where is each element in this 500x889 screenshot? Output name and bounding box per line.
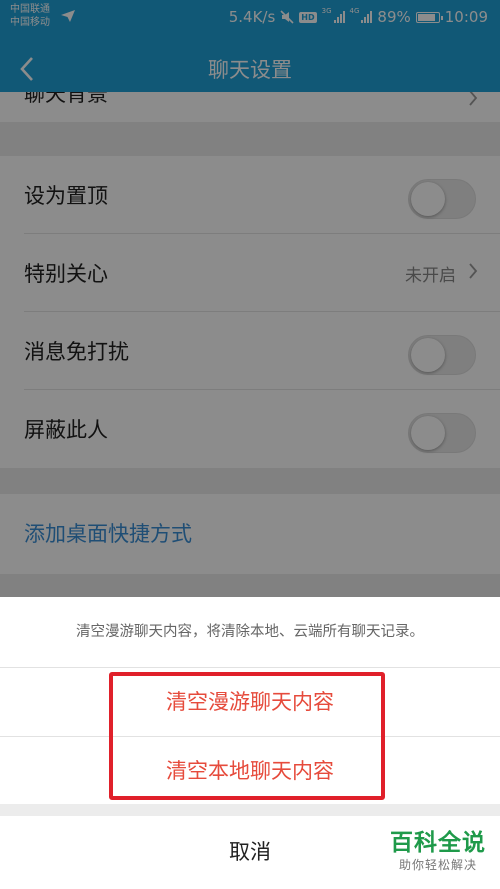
- sheet-message: 清空漫游聊天内容，将清除本地、云端所有聊天记录。: [76, 624, 424, 640]
- sheet-gap: [0, 804, 500, 816]
- watermark-title: 百科全说: [390, 830, 486, 856]
- watermark-subtitle: 助你轻松解决: [398, 858, 477, 872]
- highlight-annotation: [109, 672, 385, 800]
- watermark: 百科全说 助你轻松解决: [390, 829, 486, 873]
